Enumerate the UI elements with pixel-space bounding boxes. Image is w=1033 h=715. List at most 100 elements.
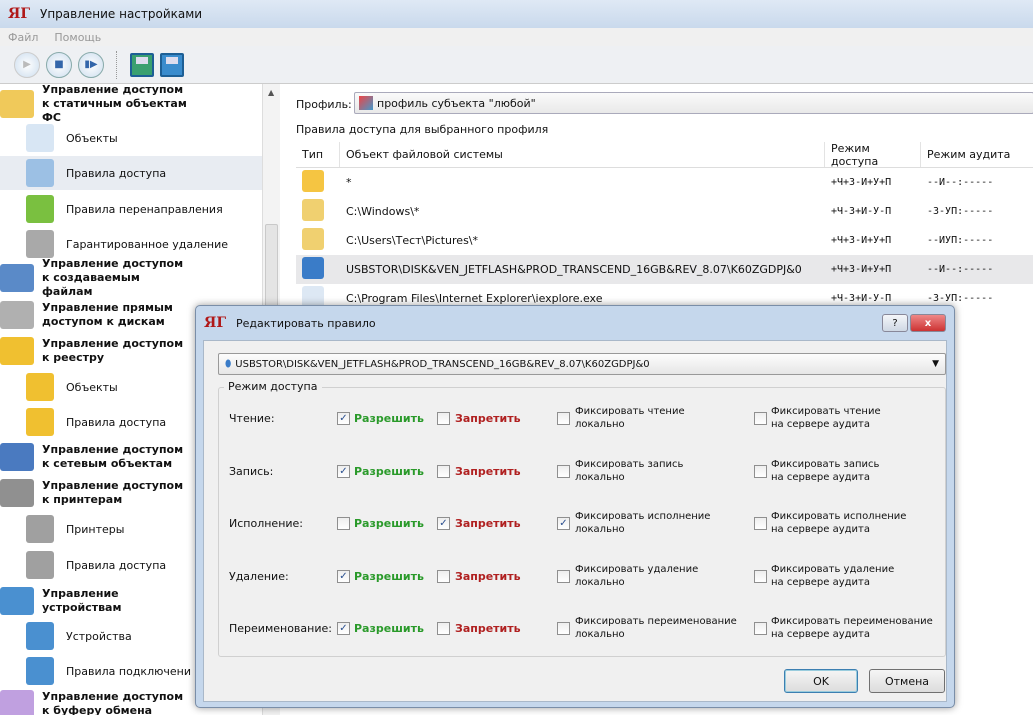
allow-checkbox[interactable]: ✓	[337, 622, 350, 635]
menu-bar: Файл Помощь	[0, 28, 1033, 46]
help-button[interactable]: ?	[882, 314, 908, 332]
star-icon	[302, 170, 324, 192]
log-server-label[interactable]: Фиксировать переименование на сервере ауд…	[771, 615, 933, 641]
sidebar-item-label: Управление доступом к буферу обмена	[42, 690, 184, 715]
access-row-label: Исполнение:	[229, 517, 304, 530]
cancel-button[interactable]: Отмена	[869, 669, 945, 693]
log-server-label[interactable]: Фиксировать чтение на сервере аудита	[771, 405, 881, 431]
redirect-icon	[26, 195, 54, 223]
chevron-down-icon[interactable]: ▼	[932, 359, 939, 369]
col-object[interactable]: Объект файловой системы	[340, 142, 825, 167]
deny-checkbox[interactable]	[437, 622, 450, 635]
col-audit[interactable]: Режим аудита	[921, 142, 1033, 167]
log-local-checkbox[interactable]	[557, 569, 570, 583]
allow-checkbox[interactable]: ✓	[337, 464, 350, 478]
log-server-checkbox[interactable]	[754, 569, 767, 583]
deny-label[interactable]: Запретить	[455, 517, 521, 530]
log-server-checkbox[interactable]	[754, 412, 767, 425]
table-row[interactable]: C:\Users\Тест\Pictures\* +Ч+З-И+У+П --ИУП:…	[296, 226, 1033, 255]
allow-label[interactable]: Разрешить	[354, 570, 424, 583]
toolbar-separator	[116, 50, 118, 79]
sidebar-item-label: Управление устройствам	[42, 587, 122, 614]
log-local-label[interactable]: Фиксировать переименование локально	[575, 615, 737, 641]
save-refresh-icon[interactable]	[130, 52, 154, 77]
access-row: Удаление: ✓ Разрешить Запретить Фиксировать …	[219, 558, 947, 598]
table-row[interactable]: C:\Windows\* +Ч-З+И-У-П -З-УП:-----	[296, 197, 1033, 226]
log-server-label[interactable]: Фиксировать удаление на сервере аудита	[771, 563, 894, 589]
play-button[interactable]: ▶	[14, 51, 40, 78]
deny-label[interactable]: Запретить	[455, 465, 521, 478]
deny-label[interactable]: Запретить	[455, 412, 521, 425]
log-local-line2: локально	[575, 419, 625, 430]
table-row[interactable]: * +Ч+З-И+У+П --И--:-----	[296, 168, 1033, 197]
sidebar-item[interactable]: Управление доступом к статичным объектам…	[0, 84, 262, 124]
log-server-label[interactable]: Фиксировать исполнение на сервере аудита	[771, 510, 906, 536]
sidebar-item[interactable]: Объекты	[0, 121, 262, 155]
type-cell	[296, 170, 340, 195]
sidebar-item[interactable]: Гарантированное удаление	[0, 227, 262, 261]
col-type[interactable]: Тип	[296, 142, 340, 167]
access-row-label: Переименование:	[229, 622, 332, 635]
sidebar-item[interactable]: Правила доступа	[0, 156, 262, 190]
log-local-line1: Фиксировать удаление	[575, 563, 699, 575]
allow-checkbox[interactable]	[337, 517, 350, 530]
log-local-label[interactable]: Фиксировать чтение локально	[575, 405, 685, 431]
log-server-label[interactable]: Фиксировать запись на сервере аудита	[771, 458, 879, 484]
folder-icon	[302, 228, 324, 250]
access-cell: +Ч-З+И-У-П	[831, 206, 892, 217]
step-button[interactable]: ▮▶	[78, 51, 104, 78]
log-local-label[interactable]: Фиксировать запись локально	[575, 458, 683, 484]
object-select[interactable]: ⬮ USBSTOR\DISK&VEN_JETFLASH&PROD_TRANSCE…	[218, 353, 946, 375]
sidebar-item-label: Принтеры	[66, 522, 125, 536]
allow-checkbox[interactable]: ✓	[337, 569, 350, 583]
profile-select[interactable]: профиль субъекта "любой"	[354, 92, 1033, 114]
stop-button[interactable]: ■	[46, 51, 72, 78]
sidebar-item[interactable]: Правила перенаправления	[0, 192, 262, 226]
audit-cell: --И--:-----	[927, 177, 994, 188]
log-server-checkbox[interactable]	[754, 464, 767, 478]
log-local-checkbox[interactable]	[557, 412, 570, 425]
stop-icon: ■	[54, 59, 64, 70]
menu-help[interactable]: Помощь	[46, 31, 109, 44]
access-cell: +Ч+З-И+У+П	[831, 264, 892, 275]
deny-checkbox[interactable]: ✓	[437, 517, 450, 530]
log-local-label[interactable]: Фиксировать исполнение локально	[575, 510, 710, 536]
log-local-line1: Фиксировать исполнение	[575, 511, 711, 522]
allow-label[interactable]: Разрешить	[354, 465, 424, 478]
sidebar-item-label: Правила подключени	[66, 664, 191, 678]
deny-label[interactable]: Запретить	[455, 622, 521, 635]
log-server-checkbox[interactable]	[754, 517, 767, 530]
col-access[interactable]: Режим доступа	[825, 142, 921, 168]
edit-rule-dialog: ЯГ Редактировать правило ? x ⬮ USBSTOR\D…	[195, 305, 955, 708]
sidebar-item[interactable]: Управление доступом к создаваемым файлам	[0, 257, 262, 298]
ok-button[interactable]: OK	[784, 669, 858, 693]
allow-label[interactable]: Разрешить	[354, 517, 424, 530]
sidebar-item-label: Управление прямым доступом к дискам	[42, 301, 173, 328]
clipboard-icon	[0, 690, 34, 715]
audit-cell: -З-УП:-----	[927, 293, 994, 304]
log-local-checkbox[interactable]	[557, 622, 570, 635]
new-file-icon	[0, 264, 34, 292]
log-local-label[interactable]: Фиксировать удаление локально	[575, 563, 698, 589]
allow-checkbox[interactable]: ✓	[337, 412, 350, 425]
log-local-checkbox[interactable]	[557, 464, 570, 478]
scroll-up-icon[interactable]: ▲	[268, 88, 274, 97]
deny-checkbox[interactable]	[437, 412, 450, 425]
deny-checkbox[interactable]	[437, 464, 450, 478]
log-server-checkbox[interactable]	[754, 622, 767, 635]
deny-checkbox[interactable]	[437, 569, 450, 583]
log-local-checkbox[interactable]: ✓	[557, 517, 570, 530]
deny-label[interactable]: Запретить	[455, 570, 521, 583]
access-row-label: Чтение:	[229, 412, 275, 425]
save-icon[interactable]	[160, 52, 184, 77]
log-server-line1: Фиксировать запись	[771, 458, 880, 470]
allow-label[interactable]: Разрешить	[354, 412, 424, 425]
document-add-icon	[26, 124, 54, 152]
app-logo: ЯГ	[204, 315, 227, 331]
table-row[interactable]: USBSTOR\DISK&VEN_JETFLASH&PROD_TRANSCEND…	[296, 255, 1033, 284]
menu-file[interactable]: Файл	[0, 31, 46, 44]
allow-label[interactable]: Разрешить	[354, 622, 424, 635]
audit-cell: --И--:-----	[927, 264, 994, 275]
close-button[interactable]: x	[910, 314, 946, 332]
printer-icon	[0, 479, 34, 507]
